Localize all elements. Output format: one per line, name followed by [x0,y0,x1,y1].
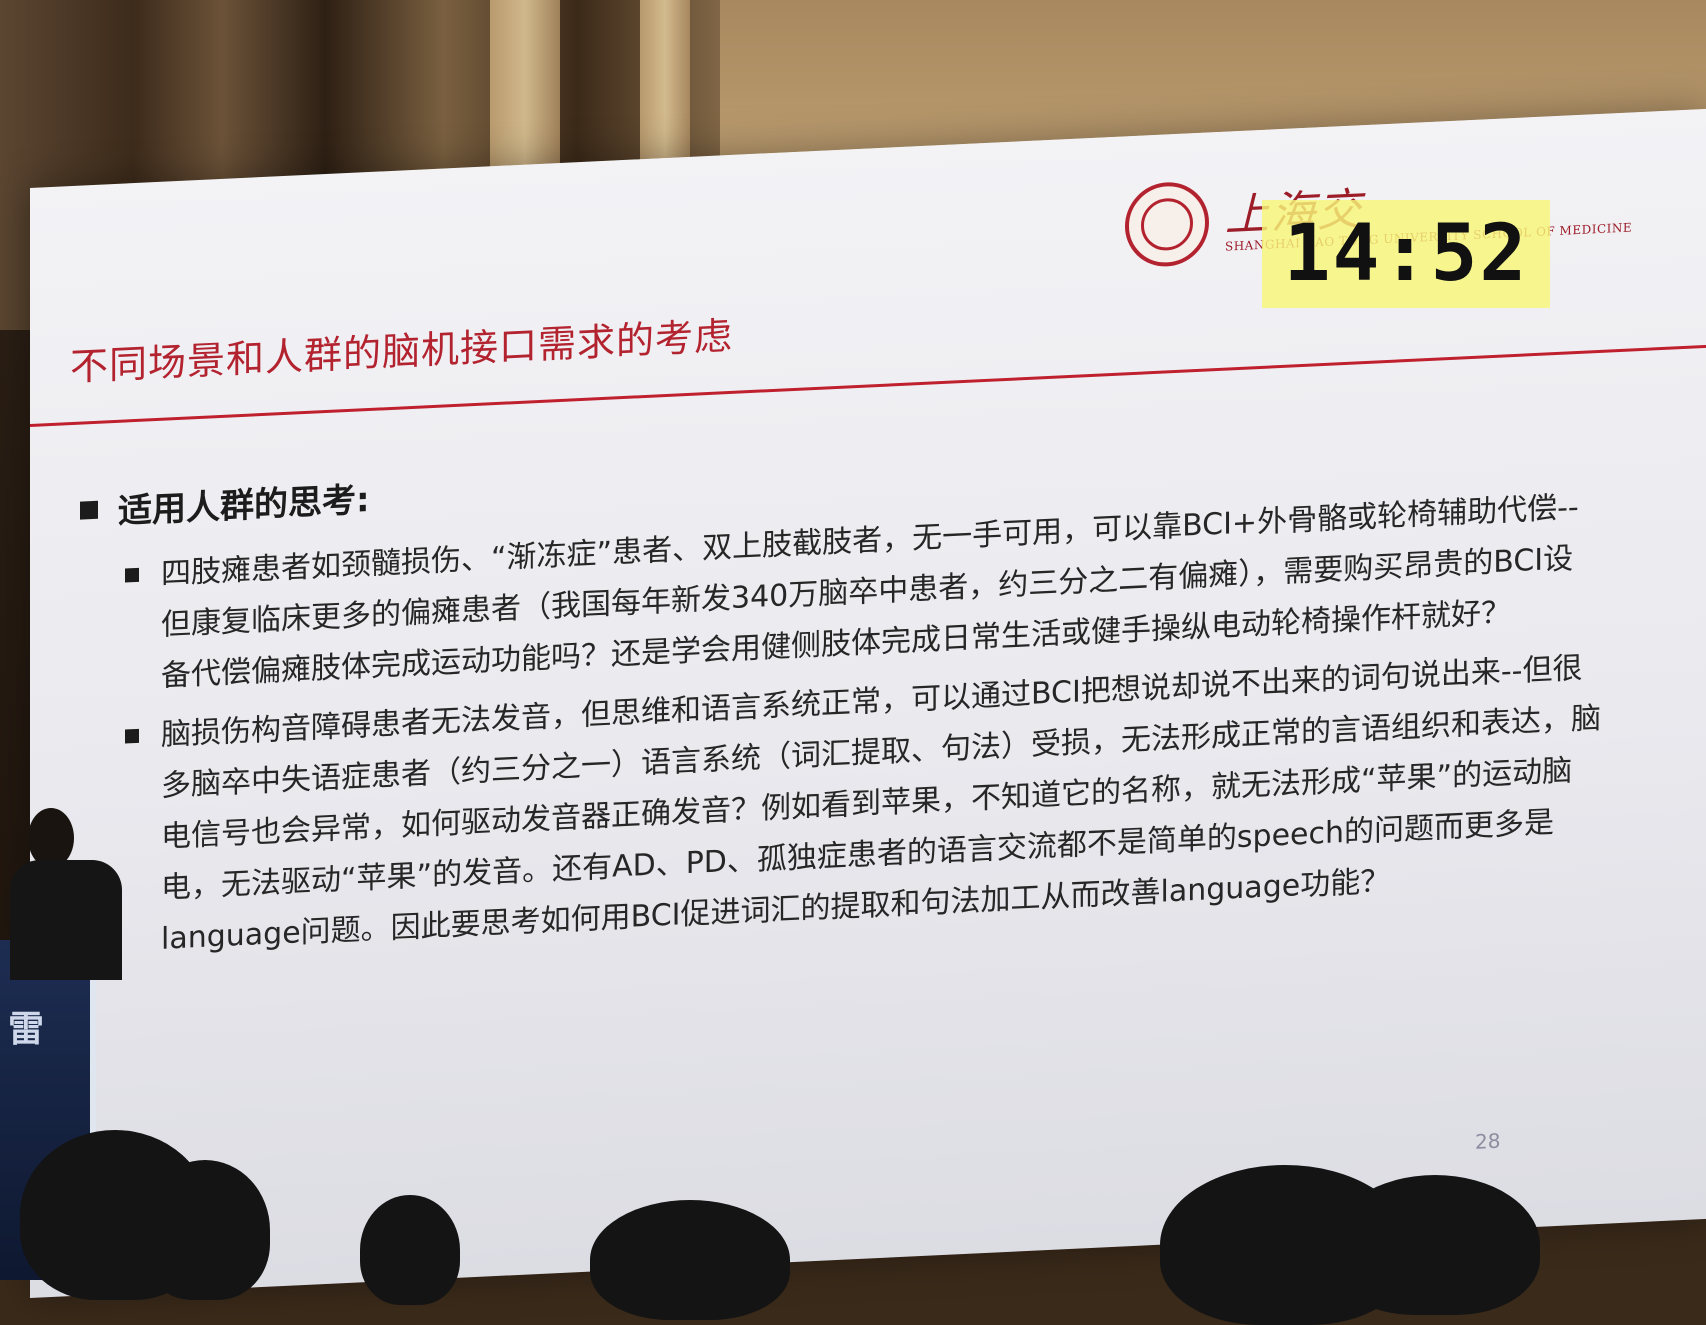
slide-page-number: 28 [1475,1128,1501,1154]
audience-head [140,1160,270,1300]
speaker-body [10,860,122,980]
speaker-head [28,808,74,868]
section-heading-text: 适用人群的思考: [118,479,370,532]
slide-content: 适用人群的思考: 四肢瘫患者如颈髓损伤、“渐冻症”患者、双上肢截肢者，无一手可用… [80,413,1620,977]
square-bullet-icon [80,500,98,520]
slide-title: 不同场景和人群的脑机接口需求的考虑 [70,313,734,390]
audience-head [360,1195,460,1305]
audience-head [590,1200,790,1320]
timer-text: 14:52 [1283,209,1529,299]
audience-head [1330,1175,1540,1315]
university-seal-icon [1125,180,1209,269]
square-bullet-icon [125,728,139,744]
square-bullet-icon [125,567,139,583]
timer-overlay: 14:52 [1262,200,1550,308]
podium-text: 雷 [8,1009,45,1050]
